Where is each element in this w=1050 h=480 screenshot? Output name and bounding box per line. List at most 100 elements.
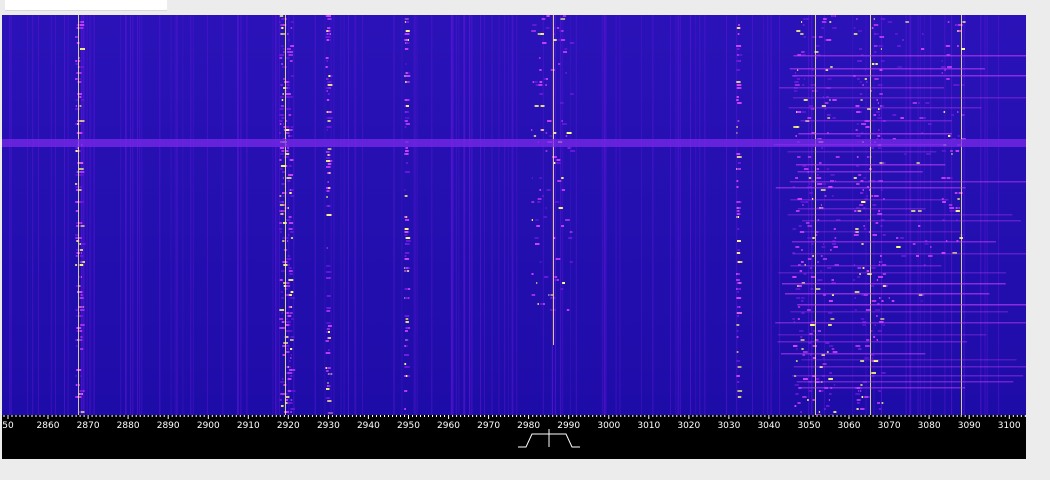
signal-fragment (798, 225, 802, 227)
signal-fragment (287, 402, 293, 404)
scale-label: 2950 (397, 421, 420, 431)
signal-fragment (287, 255, 291, 257)
signal-fragment (290, 189, 292, 191)
signal-fragment (808, 390, 813, 392)
signal-fragment (393, 15, 395, 415)
signal-fragment (800, 339, 805, 341)
signal-fragment (78, 105, 80, 107)
signal-fragment (905, 21, 909, 23)
signal-fragment (918, 225, 921, 227)
signal-fragment (283, 321, 289, 323)
signal-fragment (290, 375, 293, 377)
signal-fragment (821, 246, 826, 248)
signal-fragment (891, 300, 895, 302)
signal-fragment (75, 375, 77, 377)
signal-fragment (278, 15, 280, 415)
signal-fragment (327, 157, 330, 159)
signal-fragment (816, 177, 822, 179)
signal-fragment (925, 102, 930, 104)
signal-fragment (285, 351, 290, 353)
signal-fragment (343, 15, 345, 415)
signal-fragment (326, 190, 330, 192)
signal-fragment (83, 15, 85, 415)
passband-marker[interactable] (518, 429, 580, 448)
signal-fragment (543, 78, 546, 80)
signal-fragment (736, 375, 740, 377)
signal-fragment (820, 255, 823, 257)
signal-fragment (404, 195, 408, 197)
signal-fragment (326, 310, 331, 312)
signal-fragment (859, 204, 864, 206)
signal-fragment (405, 123, 410, 125)
frequency-scale[interactable]: 50 2860 2870 2880 2890 2900 2910 2920 2930 2940 29… (2, 415, 1026, 459)
signal-fragment (695, 15, 697, 415)
signal-fragment (827, 78, 832, 80)
signal-fragment (873, 24, 879, 26)
signal-fragment (878, 408, 882, 410)
scale-label: 3090 (958, 421, 981, 431)
signal-fragment (601, 15, 603, 415)
signal-fragment (736, 279, 740, 281)
signal-fragment (798, 285, 802, 287)
signal-fragment (881, 300, 884, 302)
signal-fragment (282, 222, 287, 224)
signal-fragment (946, 78, 950, 80)
signal-fragment (80, 72, 82, 74)
signal-fragment (736, 297, 741, 299)
signal-fragment (861, 243, 864, 245)
signal-fragment (288, 81, 291, 83)
signal-fragment (280, 45, 284, 47)
signal-fragment (826, 168, 830, 170)
signal-fragment (280, 393, 286, 395)
signal-fragment (282, 192, 285, 194)
signal-fragment (562, 15, 564, 415)
signal-fragment (535, 243, 540, 245)
signal-fragment (800, 411, 802, 413)
signal-fragment (288, 279, 294, 281)
signal-fragment (327, 33, 330, 35)
signal-fragment (853, 177, 857, 179)
signal-fragment (827, 117, 831, 119)
signal-fragment (327, 93, 330, 95)
signal-fragment (354, 15, 356, 415)
signal-fragment (326, 328, 330, 330)
waterfall-canvas (2, 15, 1026, 415)
scale-label: 2870 (77, 421, 100, 431)
signal-fragment (80, 375, 82, 377)
signal-fragment (948, 204, 953, 206)
top-text-field[interactable] (5, 0, 167, 11)
signal-fragment (543, 216, 548, 218)
signal-fragment (865, 345, 870, 347)
signal-fragment (80, 336, 83, 338)
signal-fragment (736, 87, 739, 89)
signal-fragment (38, 15, 39, 415)
signal-fragment (821, 390, 824, 392)
signal-fragment (943, 201, 946, 203)
signal-fragment (531, 273, 534, 275)
waterfall-display[interactable] (2, 15, 1026, 415)
signal-fragment (405, 117, 410, 119)
signal-fragment (737, 381, 740, 383)
signal-fragment (568, 147, 572, 149)
signal-fragment (174, 15, 176, 415)
signal-fragment (792, 276, 797, 278)
signal-fragment (941, 60, 943, 62)
signal-fragment (559, 102, 564, 104)
signal-fragment (539, 81, 543, 83)
signal-fragment (803, 18, 806, 20)
signal-fragment (404, 147, 407, 149)
signal-fragment (283, 78, 285, 80)
signal-fragment (327, 331, 330, 333)
signal-fragment (859, 48, 863, 50)
signal-fragment (550, 309, 554, 311)
signal-fragment (881, 402, 884, 404)
signal-fragment (737, 396, 742, 398)
signal-fragment (541, 129, 545, 131)
signal-fragment (78, 168, 84, 170)
signal-fragment (79, 297, 84, 299)
signal-fragment (89, 15, 91, 415)
signal-fragment (859, 111, 863, 113)
signal-fragment (534, 105, 539, 107)
signal-fragment (792, 97, 1026, 99)
signal-fragment (535, 84, 539, 86)
